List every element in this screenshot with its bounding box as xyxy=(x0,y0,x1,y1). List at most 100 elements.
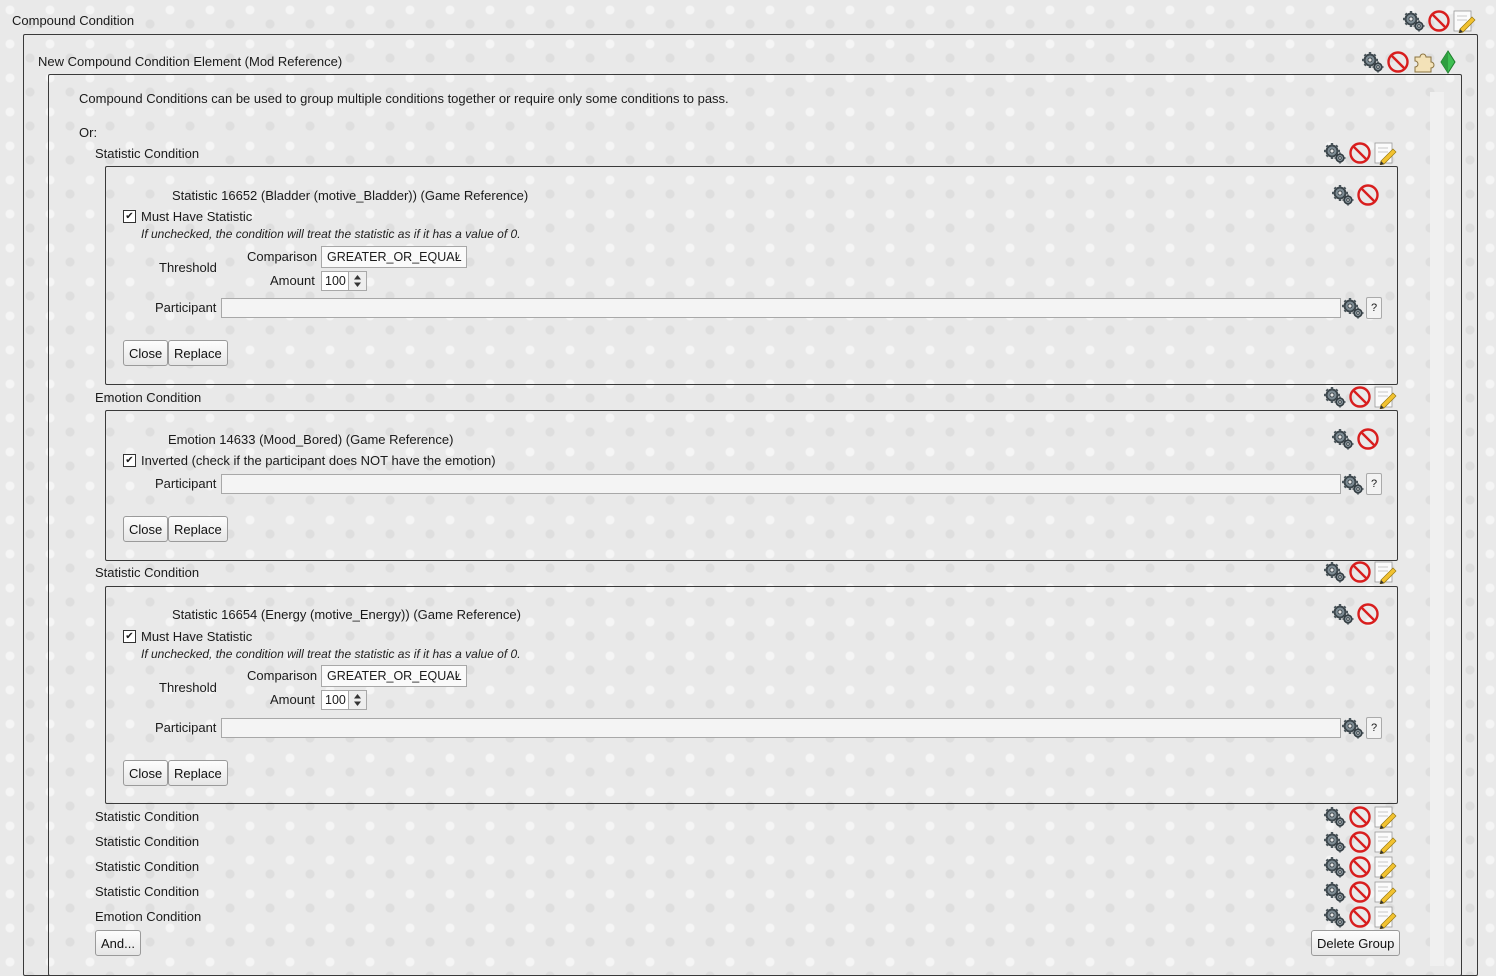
statistic-hint: If unchecked, the condition will treat t… xyxy=(141,227,521,241)
amount-value: 100 xyxy=(325,274,346,288)
pencil-icon[interactable] xyxy=(1373,880,1397,904)
gears-icon[interactable] xyxy=(1361,50,1385,74)
gears-icon[interactable] xyxy=(1323,855,1347,879)
chevron-down-icon: ˅ xyxy=(454,252,460,262)
gears-icon[interactable] xyxy=(1323,385,1347,409)
collapsed-condition-header[interactable]: Statistic Condition xyxy=(95,834,199,850)
must-have-statistic-label: Must Have Statistic xyxy=(141,209,253,224)
gears-icon[interactable] xyxy=(1323,141,1347,165)
gears-icon[interactable] xyxy=(1331,602,1355,626)
gears-icon[interactable] xyxy=(1341,472,1365,496)
description-text: Compound Conditions can be used to group… xyxy=(79,91,729,106)
pencil-icon[interactable] xyxy=(1373,385,1397,409)
replace-button[interactable]: Replace xyxy=(168,340,228,366)
element-title: New Compound Condition Element (Mod Refe… xyxy=(38,54,343,69)
emotion-reference: Emotion 14633 (Mood_Bored) (Game Referen… xyxy=(168,432,454,447)
must-have-statistic-checkbox[interactable]: ✔ xyxy=(123,210,136,223)
comparison-dropdown[interactable]: GREATER_OR_EQUAL ˅ xyxy=(321,246,467,268)
no-entry-icon[interactable] xyxy=(1356,602,1380,626)
no-entry-icon[interactable] xyxy=(1348,855,1372,879)
pencil-icon[interactable] xyxy=(1373,830,1397,854)
no-entry-icon[interactable] xyxy=(1356,183,1380,207)
participant-label: Participant xyxy=(155,476,217,491)
amount-spinbox[interactable]: 100 xyxy=(321,271,367,291)
amount-label: Amount xyxy=(270,692,315,707)
scrollbar[interactable] xyxy=(1430,92,1444,966)
collapsed-condition-header[interactable]: Statistic Condition xyxy=(95,884,199,900)
gears-icon[interactable] xyxy=(1341,716,1365,740)
no-entry-icon[interactable] xyxy=(1427,9,1451,33)
plumbob-icon[interactable] xyxy=(1436,50,1460,74)
amount-value: 100 xyxy=(325,693,346,707)
pencil-icon[interactable] xyxy=(1373,141,1397,165)
gears-icon[interactable] xyxy=(1341,296,1365,320)
condition-header[interactable]: Statistic Condition xyxy=(95,146,199,162)
gears-icon[interactable] xyxy=(1402,9,1426,33)
participant-field[interactable] xyxy=(221,474,1341,494)
threshold-label: Threshold xyxy=(159,260,217,275)
gears-icon[interactable] xyxy=(1323,880,1347,904)
close-button[interactable]: Close xyxy=(123,760,169,786)
no-entry-icon[interactable] xyxy=(1348,141,1372,165)
help-button[interactable]: ? xyxy=(1366,717,1382,739)
collapsed-condition-header[interactable]: Statistic Condition xyxy=(95,809,199,825)
reference-toolbar xyxy=(1331,602,1380,626)
condition-toolbar xyxy=(1323,855,1397,879)
must-have-statistic-checkbox[interactable]: ✔ xyxy=(123,630,136,643)
must-have-statistic-label: Must Have Statistic xyxy=(141,629,253,644)
puzzle-icon[interactable] xyxy=(1411,50,1435,74)
close-button[interactable]: Close xyxy=(123,340,169,366)
participant-label: Participant xyxy=(155,720,217,735)
spin-arrows-icon[interactable] xyxy=(348,691,366,709)
help-button[interactable]: ? xyxy=(1366,473,1382,495)
no-entry-icon[interactable] xyxy=(1348,830,1372,854)
gears-icon[interactable] xyxy=(1331,427,1355,451)
amount-label: Amount xyxy=(270,273,315,288)
comparison-value: GREATER_OR_EQUAL xyxy=(327,669,462,683)
replace-button[interactable]: Replace xyxy=(168,516,228,542)
statistic-reference: Statistic 16652 (Bladder (motive_Bladder… xyxy=(172,188,529,203)
statistic-reference: Statistic 16654 (Energy (motive_Energy))… xyxy=(172,607,521,622)
gears-icon[interactable] xyxy=(1331,183,1355,207)
no-entry-icon[interactable] xyxy=(1348,560,1372,584)
gears-icon[interactable] xyxy=(1323,560,1347,584)
condition-toolbar xyxy=(1323,905,1397,929)
pencil-icon[interactable] xyxy=(1452,9,1476,33)
pencil-icon[interactable] xyxy=(1373,905,1397,929)
participant-field[interactable] xyxy=(221,718,1341,738)
comparison-dropdown[interactable]: GREATER_OR_EQUAL ˅ xyxy=(321,665,467,687)
gears-icon[interactable] xyxy=(1323,805,1347,829)
pencil-icon[interactable] xyxy=(1373,560,1397,584)
statistic-hint: If unchecked, the condition will treat t… xyxy=(141,647,521,661)
condition-toolbar xyxy=(1323,805,1397,829)
spin-arrows-icon[interactable] xyxy=(348,272,366,290)
help-button[interactable]: ? xyxy=(1366,297,1382,319)
no-entry-icon[interactable] xyxy=(1348,385,1372,409)
reference-toolbar xyxy=(1331,183,1380,207)
condition-header[interactable]: Statistic Condition xyxy=(95,565,199,581)
comparison-label: Comparison xyxy=(247,249,318,264)
delete-group-button[interactable]: Delete Group xyxy=(1311,930,1401,956)
no-entry-icon[interactable] xyxy=(1348,880,1372,904)
inverted-checkbox[interactable]: ✔ xyxy=(123,454,136,467)
collapsed-condition-header[interactable]: Emotion Condition xyxy=(95,909,201,925)
gears-icon[interactable] xyxy=(1323,905,1347,929)
participant-field[interactable] xyxy=(221,298,1341,318)
close-button[interactable]: Close xyxy=(123,516,169,542)
no-entry-icon[interactable] xyxy=(1356,427,1380,451)
pencil-icon[interactable] xyxy=(1373,855,1397,879)
no-entry-icon[interactable] xyxy=(1348,805,1372,829)
collapsed-condition-header[interactable]: Statistic Condition xyxy=(95,859,199,875)
threshold-label: Threshold xyxy=(159,680,217,695)
amount-spinbox[interactable]: 100 xyxy=(321,690,367,710)
pencil-icon[interactable] xyxy=(1373,805,1397,829)
condition-toolbar xyxy=(1323,141,1397,165)
no-entry-icon[interactable] xyxy=(1348,905,1372,929)
gears-icon[interactable] xyxy=(1323,830,1347,854)
no-entry-icon[interactable] xyxy=(1386,50,1410,74)
condition-toolbar xyxy=(1323,560,1397,584)
replace-button[interactable]: Replace xyxy=(168,760,228,786)
compound-toolbar xyxy=(1402,9,1476,33)
condition-header[interactable]: Emotion Condition xyxy=(95,390,201,406)
and-button[interactable]: And... xyxy=(95,930,141,956)
